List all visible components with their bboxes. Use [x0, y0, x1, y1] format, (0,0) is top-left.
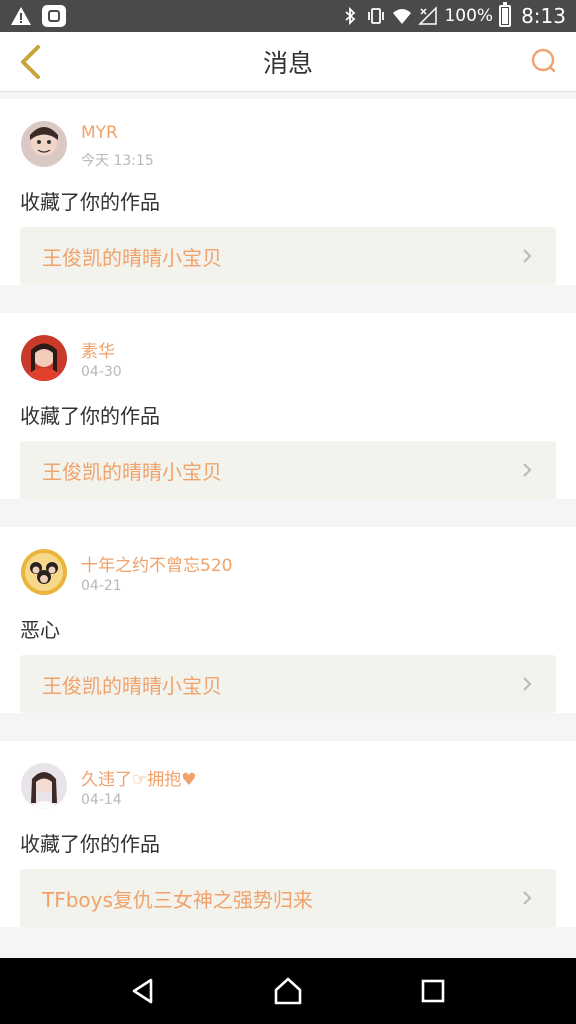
clock: 8:13	[521, 4, 566, 28]
nav-recents-button[interactable]	[413, 971, 453, 1011]
message-time: 04-30	[81, 364, 122, 380]
message-card: 久违了☞拥抱♥ 04-14 收藏了你的作品 TFboys复仇三女神之强势归来	[0, 741, 576, 927]
message-time: 04-21	[81, 578, 122, 594]
work-link[interactable]: 王俊凯的晴晴小宝贝	[20, 227, 556, 285]
work-title: 王俊凯的晴晴小宝贝	[42, 245, 222, 270]
message-card: 素华 04-30 收藏了你的作品 王俊凯的晴晴小宝贝	[0, 313, 576, 499]
battery-percent: 100%	[444, 6, 494, 26]
avatar[interactable]	[21, 121, 67, 167]
avatar[interactable]	[21, 549, 67, 595]
search-button[interactable]	[526, 44, 562, 80]
navigation-bar	[0, 958, 576, 1024]
divider	[0, 299, 576, 313]
work-title: 王俊凯的晴晴小宝贝	[42, 673, 222, 698]
status-bar: 100% 8:13	[0, 0, 576, 32]
message-action: 收藏了你的作品	[20, 190, 160, 214]
message-time: 今天 13:15	[81, 153, 154, 169]
message-action: 恶心	[20, 618, 60, 642]
recents-square-icon	[422, 979, 445, 1003]
work-title: TFboys复仇三女神之强势归来	[42, 887, 313, 912]
chevron-right-icon	[523, 463, 532, 477]
nav-home-button[interactable]	[268, 971, 308, 1011]
chevron-right-icon	[523, 677, 532, 691]
back-button[interactable]	[10, 42, 50, 82]
divider	[0, 513, 576, 527]
work-link[interactable]: 王俊凯的晴晴小宝贝	[20, 655, 556, 713]
message-time: 04-14	[81, 792, 122, 808]
message-action: 收藏了你的作品	[20, 404, 160, 428]
work-link[interactable]: 王俊凯的晴晴小宝贝	[20, 441, 556, 499]
app-header: 消息	[0, 32, 576, 92]
message-action: 收藏了你的作品	[20, 832, 160, 856]
work-link[interactable]: TFboys复仇三女神之强势归来	[20, 869, 556, 927]
wifi-icon	[393, 9, 412, 24]
work-title: 王俊凯的晴晴小宝贝	[42, 459, 222, 484]
battery-icon	[499, 2, 512, 27]
search-icon	[531, 48, 556, 73]
page-title: 消息	[262, 48, 313, 78]
warning-icon	[11, 7, 31, 25]
username[interactable]: 十年之约不曾忘520	[81, 551, 232, 576]
chevron-right-icon	[523, 891, 532, 905]
nav-back-button[interactable]	[123, 971, 163, 1011]
divider	[0, 941, 576, 955]
back-triangle-icon	[132, 978, 152, 1004]
username[interactable]: 久违了☞拥抱♥	[81, 765, 196, 790]
bluetooth-icon	[345, 6, 356, 26]
divider	[0, 727, 576, 741]
avatar[interactable]	[21, 335, 67, 381]
message-card: MYR 今天 13:15 收藏了你的作品 王俊凯的晴晴小宝贝	[0, 99, 576, 285]
message-list: MYR 今天 13:15 收藏了你的作品 王俊凯的晴晴小宝贝 素华 04-30	[0, 93, 576, 958]
signal-icon	[418, 6, 438, 25]
app-notification-icon	[42, 5, 66, 27]
vibrate-icon	[368, 8, 385, 24]
username[interactable]: MYR	[81, 123, 118, 143]
home-icon	[274, 977, 302, 1005]
message-card: 十年之约不曾忘520 04-21 恶心 王俊凯的晴晴小宝贝	[0, 527, 576, 713]
chevron-right-icon	[523, 249, 532, 263]
chevron-left-icon	[21, 45, 40, 79]
username[interactable]: 素华	[81, 337, 115, 362]
avatar[interactable]	[21, 763, 67, 809]
